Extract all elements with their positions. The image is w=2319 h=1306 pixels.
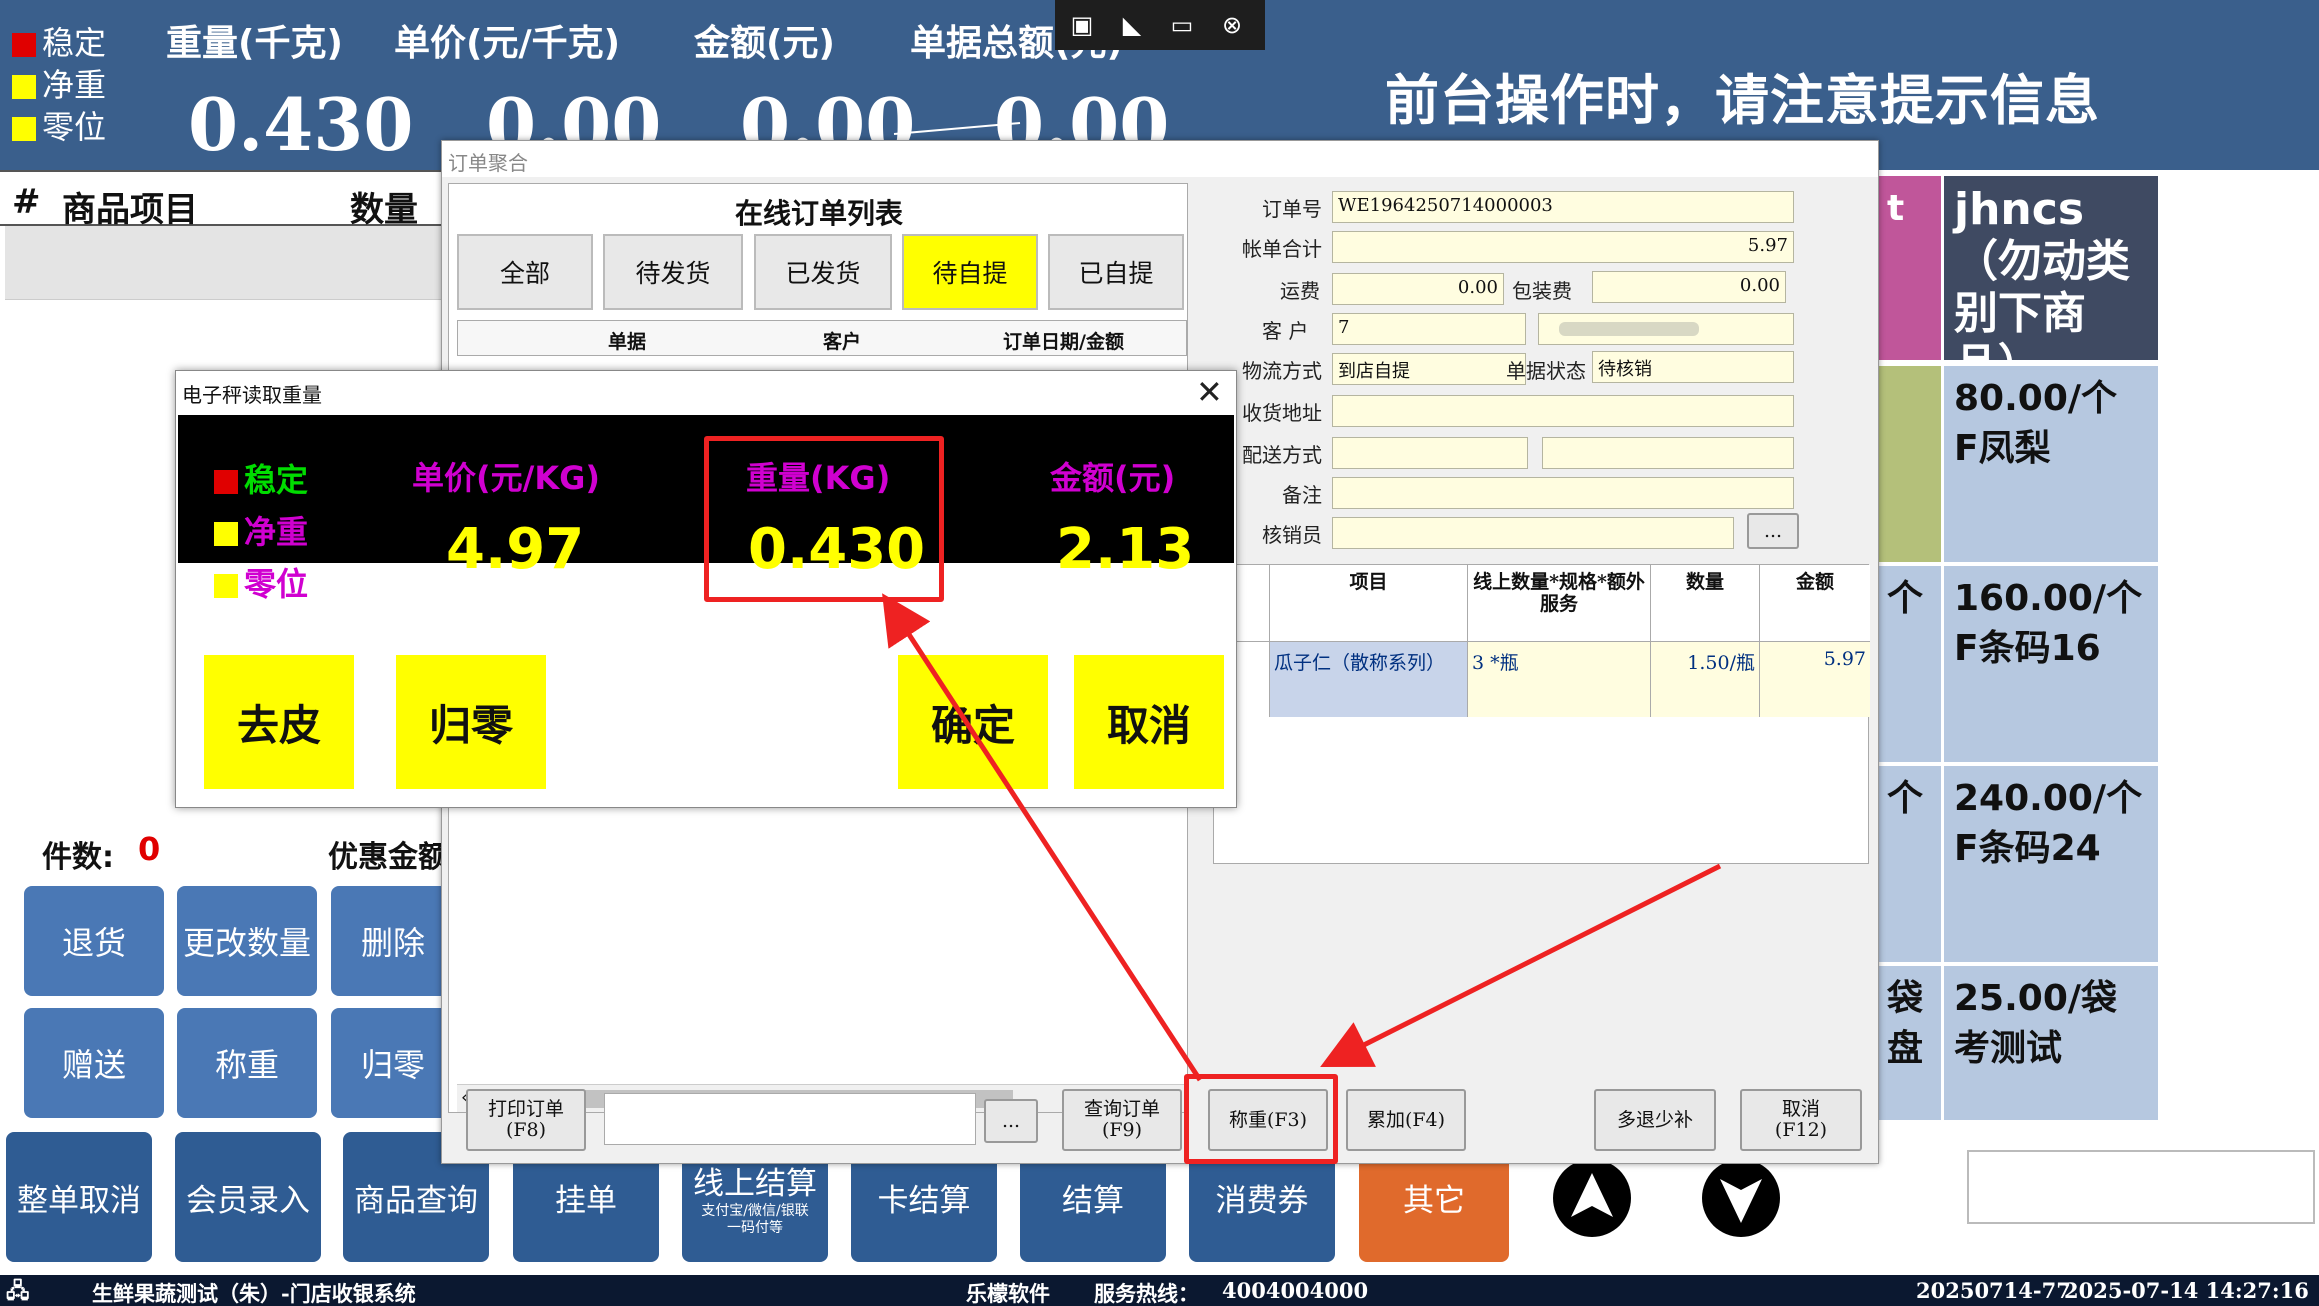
- arrow-to-weigh-button: [1320, 863, 1722, 1067]
- arrow-to-weight: [882, 593, 1203, 1082]
- status-bar: 🖧 生鲜果蔬测试（朱）-门店收银系统 乐檬软件 服务热线： 4004004000…: [0, 1275, 2319, 1306]
- vendor-name: 乐檬软件: [966, 1281, 1050, 1306]
- store-name: 生鲜果蔬测试（朱）-门店收银系统: [92, 1281, 416, 1306]
- header-strike-line: [893, 122, 1021, 135]
- hotline-number: 4004004000: [1222, 1278, 1369, 1303]
- network-icon: 🖧: [6, 1278, 30, 1303]
- session-id: 20250714-77: [1916, 1278, 2071, 1303]
- hotline-label: 服务热线：: [1094, 1281, 1199, 1306]
- annotation-arrows: [882, 122, 1722, 1082]
- datetime: 2025-07-14 14:27:16: [2064, 1278, 2309, 1303]
